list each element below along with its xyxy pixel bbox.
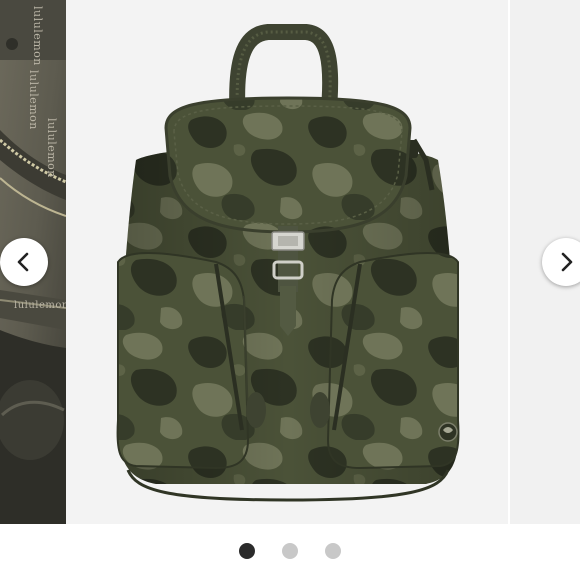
previous-slide-button[interactable] — [0, 238, 48, 286]
chevron-left-icon — [17, 252, 29, 272]
image-carousel: lululemon lululemon lululemon lululemon — [0, 0, 580, 580]
pagination-dot-2[interactable] — [282, 543, 298, 559]
lining-brand-print: lululemon — [45, 118, 58, 178]
carousel-pagination — [0, 538, 580, 564]
pagination-dot-3[interactable] — [325, 543, 341, 559]
pagination-dot-1[interactable] — [239, 543, 255, 559]
camo-backpack-illustration — [116, 24, 460, 502]
carousel-viewport: lululemon lululemon lululemon lululemon — [0, 0, 580, 524]
lining-brand-print: lululemon — [14, 300, 66, 311]
chevron-right-icon — [561, 252, 573, 272]
lining-brand-print: lululemon — [31, 6, 44, 66]
lining-brand-print: lululemon — [27, 70, 40, 130]
current-slide-image[interactable] — [66, 0, 510, 524]
